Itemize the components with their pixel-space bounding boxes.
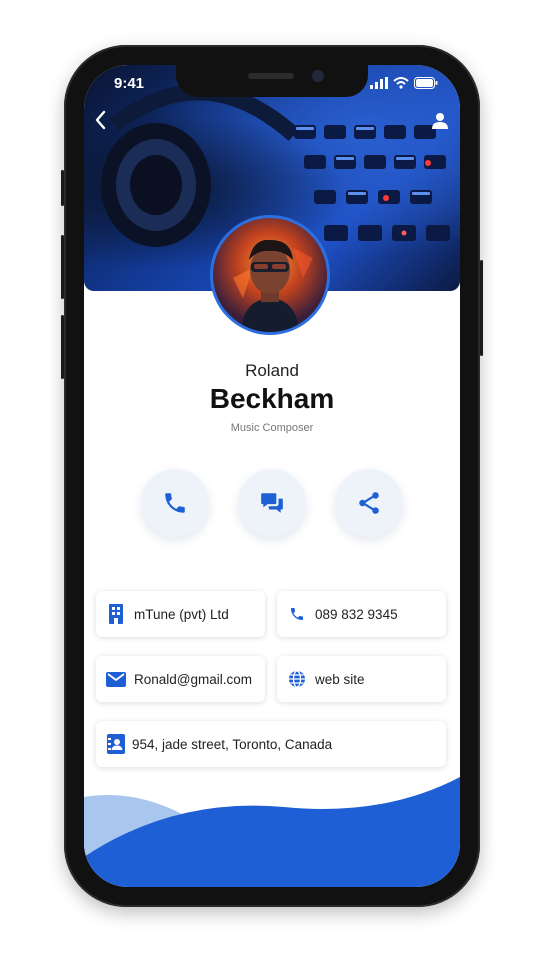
notch <box>176 65 368 97</box>
status-time: 9:41 <box>114 75 145 92</box>
chevron-left-icon <box>95 110 106 130</box>
email-card[interactable]: Ronald@gmail.com <box>96 656 265 702</box>
user-profile-button[interactable] <box>432 111 448 134</box>
website-link: web site <box>315 671 365 687</box>
mute-switch <box>61 170 64 206</box>
phone-number: 089 832 9345 <box>315 606 398 622</box>
signal-icon <box>370 77 388 89</box>
globe-icon <box>287 669 307 689</box>
address-card[interactable]: 954, jade street, Toronto, Canada <box>96 721 446 767</box>
screen: 9:41 Roland Beckham Music Composer mTune… <box>84 65 460 887</box>
wifi-icon <box>393 77 409 89</box>
battery-icon <box>414 77 438 89</box>
company-card[interactable]: mTune (pvt) Ltd <box>96 591 265 637</box>
company-name: mTune (pvt) Ltd <box>134 606 229 622</box>
user-icon <box>432 113 448 129</box>
street-address: 954, jade street, Toronto, Canada <box>132 736 333 752</box>
email-address: Ronald@gmail.com <box>134 671 252 687</box>
building-icon <box>106 604 126 624</box>
front-camera <box>312 70 324 82</box>
message-button[interactable] <box>238 469 306 537</box>
chat-icon <box>261 493 283 513</box>
avatar <box>210 215 330 335</box>
call-button[interactable] <box>141 469 209 537</box>
power-button <box>480 260 483 356</box>
decorative-wave <box>84 777 460 887</box>
volume-up-button <box>61 235 64 299</box>
phone-frame: 9:41 Roland Beckham Music Composer mTune… <box>61 45 483 907</box>
phone-icon <box>165 493 185 513</box>
status-icons <box>370 77 438 89</box>
back-button[interactable] <box>92 109 110 136</box>
mail-icon <box>106 669 126 689</box>
contact-book-icon <box>106 734 126 754</box>
share-button[interactable] <box>335 469 403 537</box>
website-card[interactable]: web site <box>277 656 446 702</box>
phone-card[interactable]: 089 832 9345 <box>277 591 446 637</box>
avatar-portrait <box>233 239 313 332</box>
first-name: Roland <box>245 361 299 380</box>
last-name: Beckham <box>209 383 335 414</box>
job-title: Music Composer <box>230 422 314 434</box>
speaker-grille <box>248 73 294 79</box>
share-icon <box>359 492 379 514</box>
phone-small-icon <box>287 604 307 624</box>
volume-down-button <box>61 315 64 379</box>
